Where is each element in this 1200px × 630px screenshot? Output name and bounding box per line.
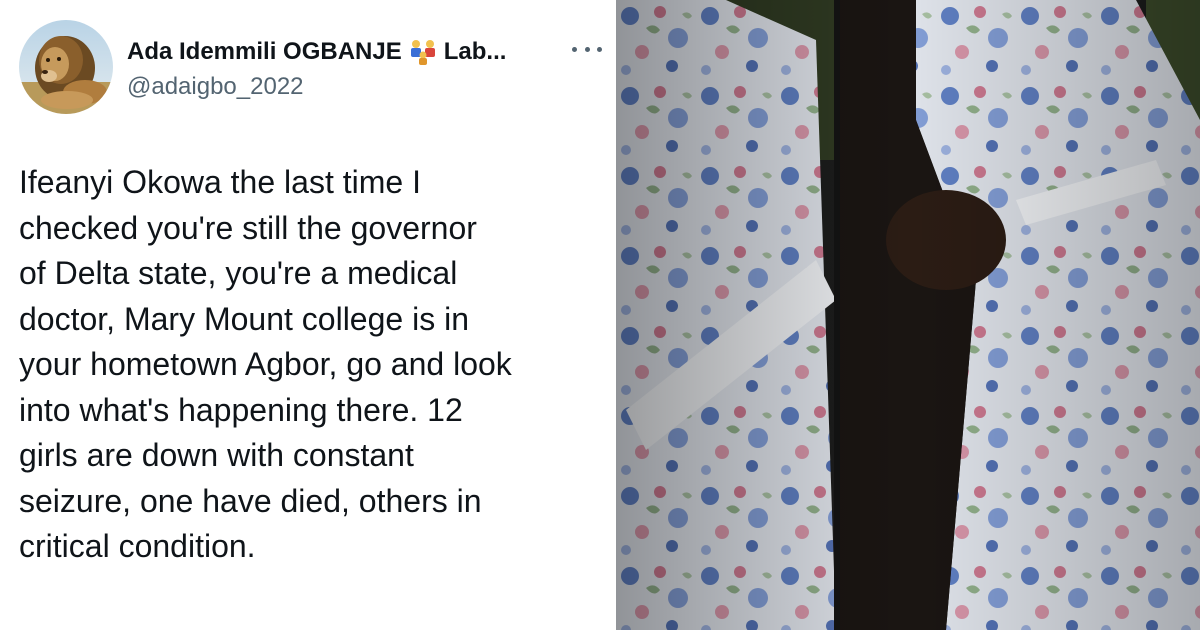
- family-emoji-icon: [408, 38, 438, 66]
- lion-icon: [19, 20, 113, 114]
- display-name[interactable]: Ada Idemmili OGBANJE Lab...: [127, 37, 567, 67]
- tweet-text-line: critical condition.: [19, 528, 256, 564]
- tweet-text-line: Ifeanyi Okowa the last time I: [19, 164, 421, 200]
- tweet-text-line: into what's happening there. 12: [19, 391, 463, 428]
- more-options-icon: [584, 46, 590, 52]
- tweet-text-line: your hometown Agbor, go and look: [19, 346, 512, 382]
- display-name-text: Ada Idemmili OGBANJE: [127, 38, 402, 65]
- user-handle[interactable]: @adaigbo_2022: [127, 72, 304, 102]
- tweet-card: Ada Idemmili OGBANJE Lab... @adaigbo_202…: [0, 0, 616, 630]
- tweet-text-line: doctor, Mary Mount college is in: [19, 300, 469, 337]
- more-options-button[interactable]: [572, 37, 602, 61]
- video-frame-image: [616, 0, 1200, 630]
- more-options-icon: [572, 46, 577, 52]
- more-options-icon: [597, 46, 602, 52]
- tweet-text-line: seizure, one have died, others in: [19, 482, 482, 519]
- tweet-text-line: girls are down with constant: [19, 437, 414, 473]
- tweet-text-line: checked you're still the governor: [19, 209, 477, 246]
- video-still[interactable]: [616, 0, 1200, 630]
- avatar[interactable]: [19, 20, 113, 114]
- tweet-text: Ifeanyi Okowa the last time I checked yo…: [19, 160, 611, 570]
- tweet-text-line: of Delta state, you're a medical: [19, 255, 458, 291]
- display-name-suffix: Lab...: [443, 38, 507, 65]
